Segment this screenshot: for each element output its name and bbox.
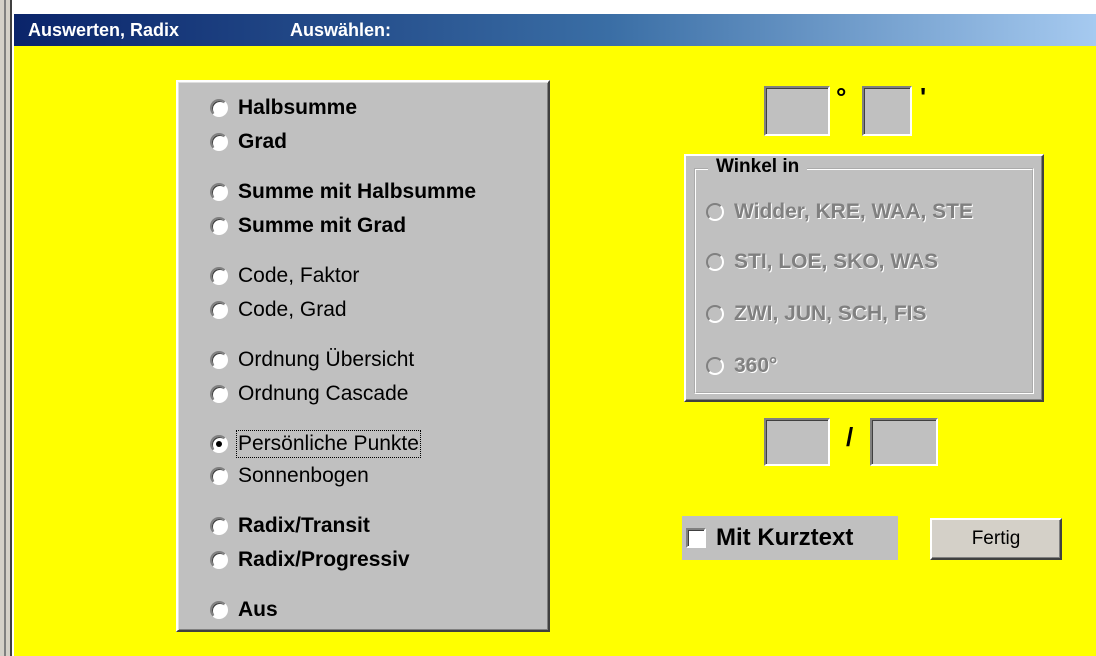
option-label: Code, Grad <box>238 298 347 321</box>
fertig-button[interactable]: Fertig <box>930 518 1062 560</box>
option-radio-0[interactable]: Halbsumme <box>210 94 357 122</box>
radio-icon <box>210 217 228 235</box>
radio-icon <box>210 301 228 319</box>
winkel-option-360[interactable]: 360° <box>706 352 777 380</box>
option-label: Sonnenbogen <box>238 464 369 487</box>
option-label: Ordnung Cascade <box>238 382 409 405</box>
winkel-option-zwi[interactable]: ZWI, JUN, SCH, FIS <box>706 300 927 328</box>
winkel-option-sti[interactable]: STI, LOE, SKO, WAS <box>706 248 938 276</box>
winkel-option-label: ZWI, JUN, SCH, FIS <box>734 302 927 325</box>
option-radio-3[interactable]: Summe mit Grad <box>210 212 406 240</box>
option-radio-5[interactable]: Code, Grad <box>210 296 347 324</box>
radio-icon <box>706 253 724 271</box>
option-label: Summe mit Grad <box>238 214 407 237</box>
degree-symbol: ° <box>836 82 847 112</box>
option-label: Code, Faktor <box>238 264 360 287</box>
title-text: Auswerten, Radix <box>28 20 180 40</box>
radio-icon <box>210 385 228 403</box>
ratio-left-input[interactable] <box>764 418 830 466</box>
option-label: Summe mit Halbsumme <box>238 180 477 203</box>
radio-icon <box>210 351 228 369</box>
dialog-client-area: Halbsumme Grad Summe mit Halbsumme Summe mi… <box>14 46 1096 656</box>
option-label: Radix/Progressiv <box>238 548 410 571</box>
checkbox-icon <box>686 528 706 548</box>
checkbox-label: Mit Kurztext <box>716 524 854 551</box>
radio-icon <box>210 99 228 117</box>
option-label: Grad <box>238 130 288 153</box>
title-bar: Auswerten, Radix Auswählen: <box>14 14 1096 46</box>
radio-icon <box>706 203 724 221</box>
evaluation-options-group: Halbsumme Grad Summe mit Halbsumme Summe mi… <box>176 80 550 632</box>
winkel-in-group: Winkel in Widder, KRE, WAA, STE STI, LOE… <box>684 154 1044 402</box>
option-label: Persönliche Punkte <box>236 430 421 458</box>
option-radio-6[interactable]: Ordnung Übersicht <box>210 346 414 374</box>
winkel-option-label: Widder, KRE, WAA, STE <box>734 200 973 223</box>
option-label: Aus <box>238 598 278 621</box>
winkel-option-widder[interactable]: Widder, KRE, WAA, STE <box>706 198 973 226</box>
option-radio-11[interactable]: Radix/Progressiv <box>210 546 410 574</box>
mit-kurztext-checkbox[interactable]: Mit Kurztext <box>682 516 898 560</box>
winkel-legend: Winkel in <box>708 156 808 178</box>
option-radio-1[interactable]: Grad <box>210 128 287 156</box>
option-radio-4[interactable]: Code, Faktor <box>210 262 359 290</box>
option-radio-7[interactable]: Ordnung Cascade <box>210 380 408 408</box>
radio-icon <box>210 601 228 619</box>
ratio-right-input[interactable] <box>870 418 938 466</box>
radio-icon <box>210 133 228 151</box>
minute-symbol: ' <box>920 82 927 112</box>
option-radio-9[interactable]: Sonnenbogen <box>210 462 369 490</box>
radio-icon <box>210 551 228 569</box>
radio-icon <box>210 517 228 535</box>
option-radio-10[interactable]: Radix/Transit <box>210 512 370 540</box>
title-select-label: Auswählen: <box>290 20 392 40</box>
radio-icon <box>210 467 228 485</box>
radio-icon <box>210 183 228 201</box>
option-label: Halbsumme <box>238 96 358 119</box>
winkel-option-label: STI, LOE, SKO, WAS <box>734 250 939 273</box>
radio-checked-icon <box>210 435 228 453</box>
radio-icon <box>706 357 724 375</box>
option-label: Ordnung Übersicht <box>238 348 415 371</box>
degree-input[interactable] <box>764 86 830 136</box>
radio-icon <box>210 267 228 285</box>
option-radio-2[interactable]: Summe mit Halbsumme <box>210 178 476 206</box>
option-radio-12[interactable]: Aus <box>210 596 278 624</box>
minute-input[interactable] <box>862 86 912 136</box>
winkel-option-label: 360° <box>734 354 778 377</box>
radio-icon <box>706 305 724 323</box>
option-label: Radix/Transit <box>238 514 370 537</box>
option-radio-8[interactable]: Persönliche Punkte <box>210 430 421 458</box>
ratio-separator: / <box>846 422 854 452</box>
radio-dot-icon <box>216 441 222 447</box>
window-left-border <box>0 0 12 656</box>
